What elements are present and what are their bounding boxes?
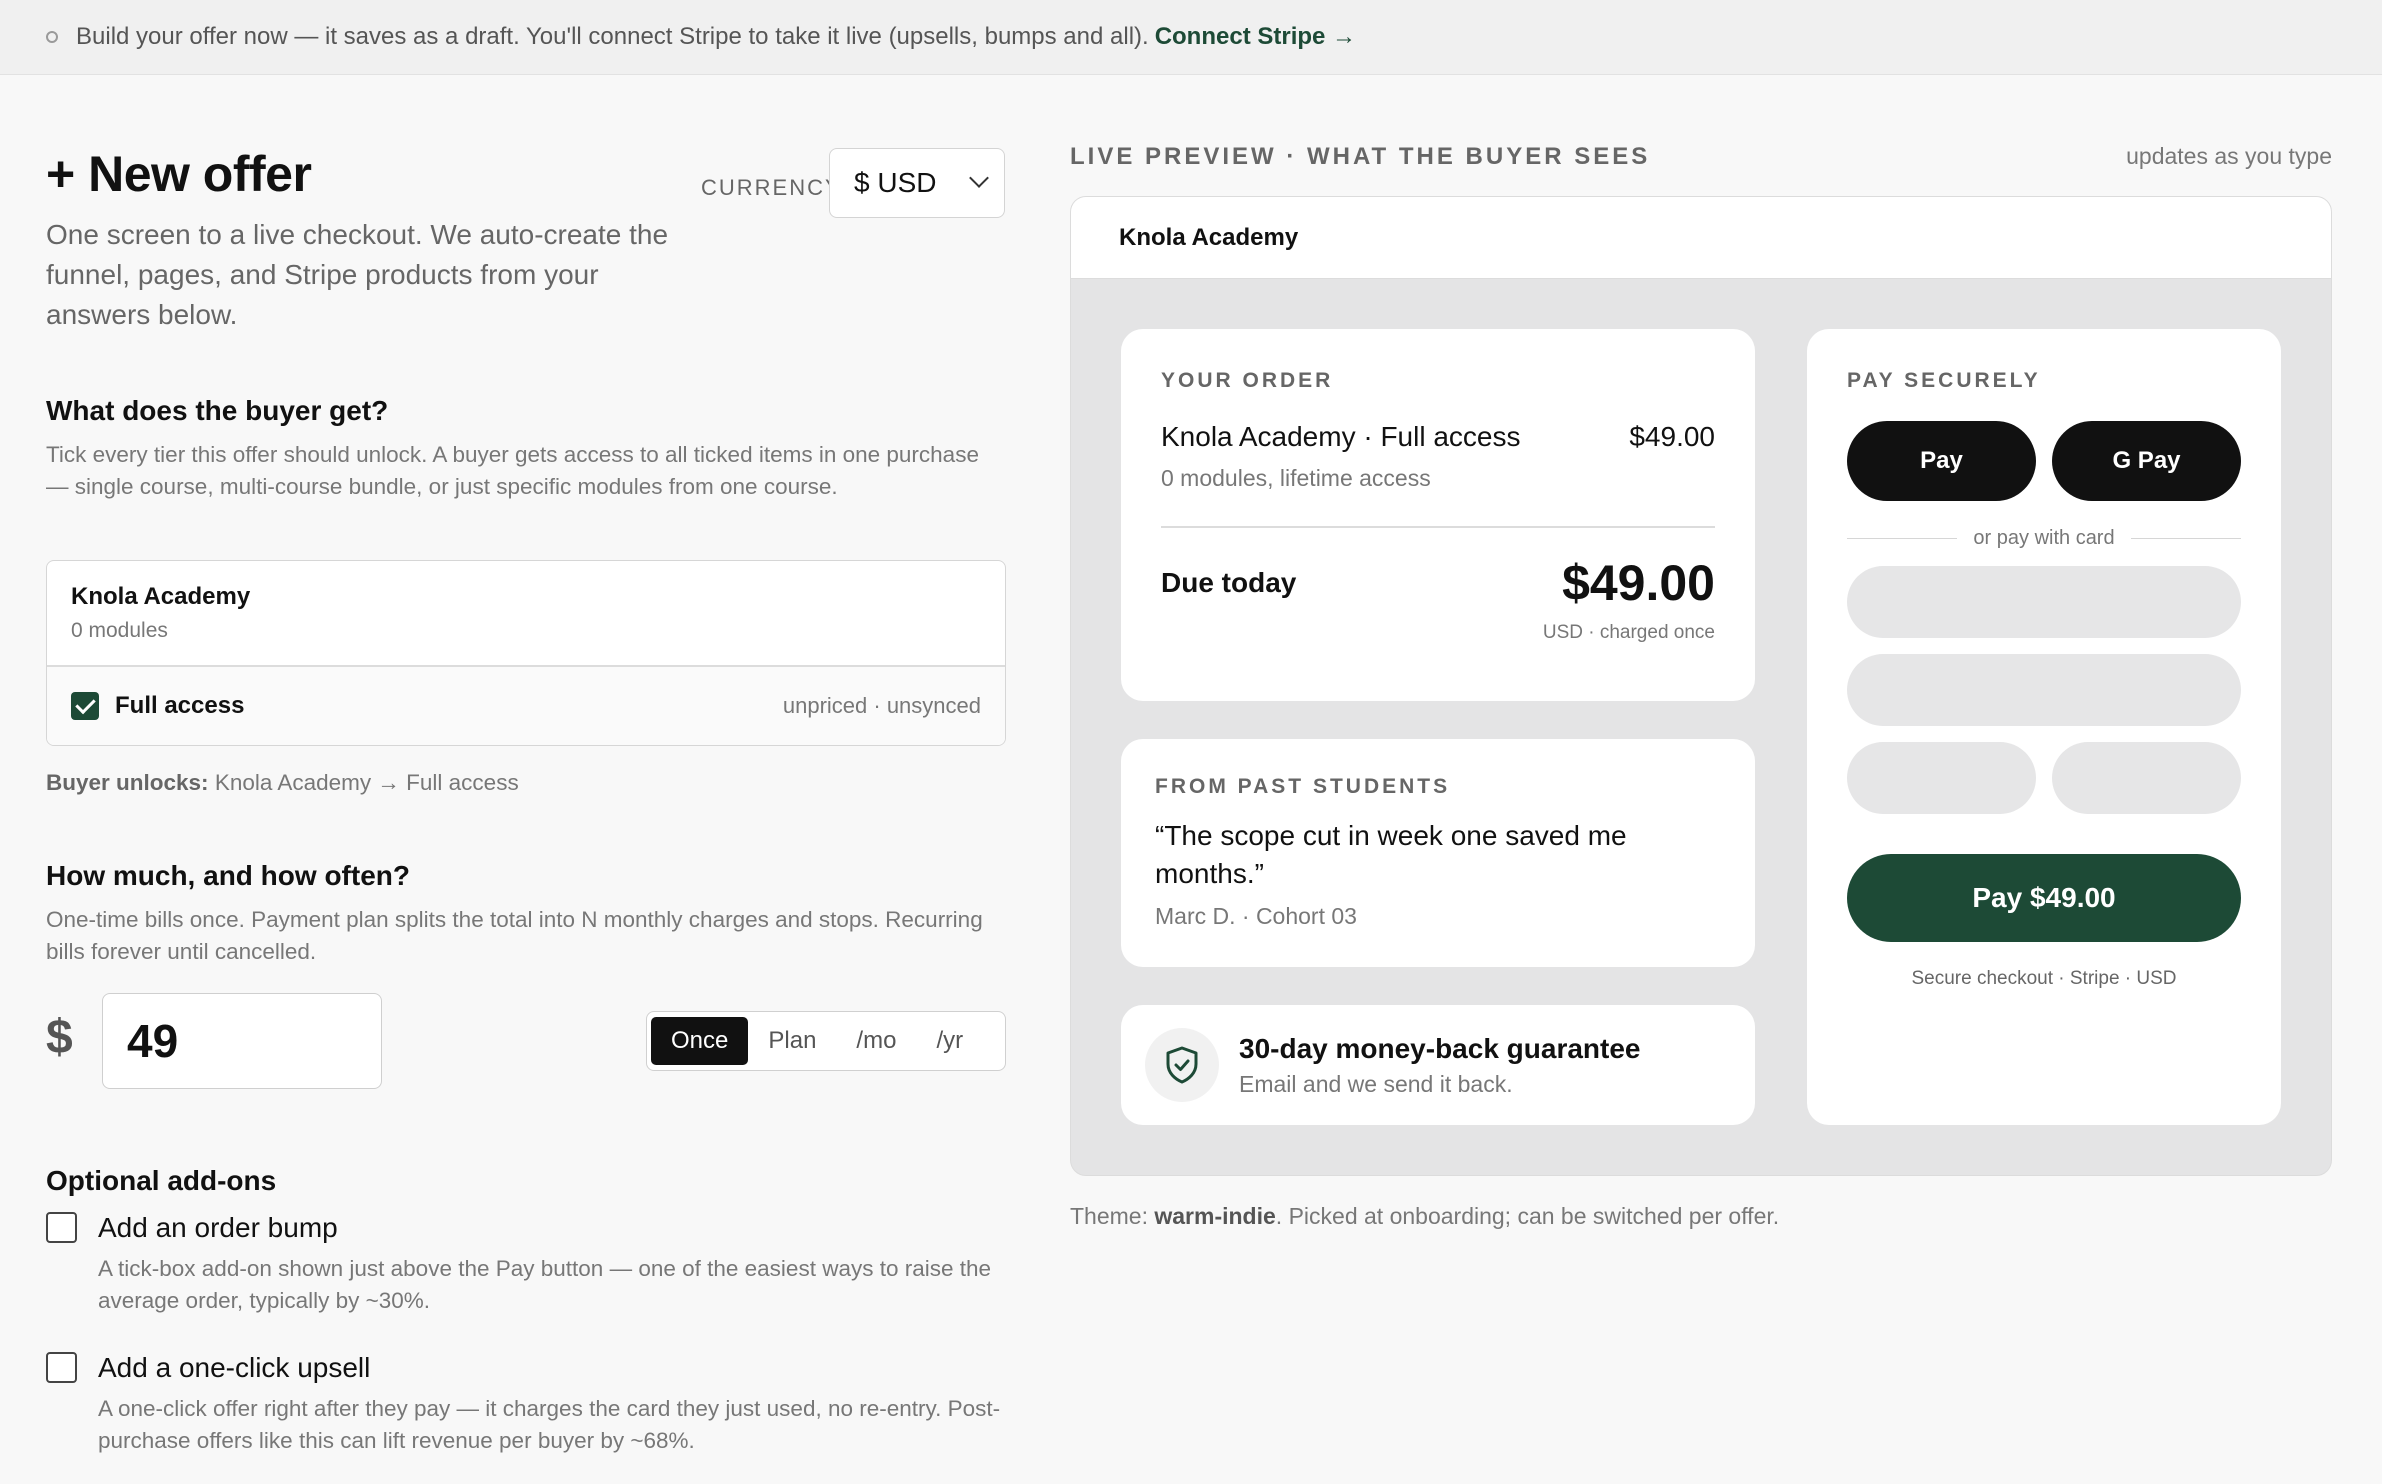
section-buyer-gets-description: Tick every tier this offer should unlock… <box>46 442 979 499</box>
tier-item-status: unpriced · unsynced <box>782 693 981 718</box>
or-divider: or pay with card <box>1847 527 2242 550</box>
upsell-title[interactable]: Add a one-click upsell <box>98 1352 370 1384</box>
due-today-amount: $49.00 <box>1562 555 1715 611</box>
card-field-1[interactable] <box>1847 566 2241 638</box>
order-item-price: $49.00 <box>1629 421 1715 452</box>
tier-item-label: Full access <box>115 692 245 719</box>
preview-brand-bar: Knola Academy <box>1071 197 2331 279</box>
frequency-segmented-control: Once Plan /mo /yr <box>646 1011 1006 1071</box>
card-field-row <box>1847 726 2241 814</box>
preview-label: LIVE PREVIEW · WHAT THE BUYER SEES <box>1070 143 1651 170</box>
tier-header: Knola Academy 0 modules <box>47 561 1005 667</box>
checkout-preview: Knola Academy YOUR ORDER Knola Academy ·… <box>1070 196 2332 1176</box>
tier-item-full-access[interactable]: Full access unpriced · unsynced <box>47 667 1005 745</box>
testimonial-quote: “The scope cut in week one saved me mont… <box>1155 820 1627 889</box>
card-field-2[interactable] <box>1847 654 2241 726</box>
tier-name: Knola Academy <box>71 583 251 610</box>
theme-prefix: Theme: <box>1070 1203 1148 1229</box>
banner-text: Build your offer now — it saves as a dra… <box>76 23 1149 50</box>
guarantee-title: 30-day money-back guarantee <box>1239 1032 1641 1064</box>
frequency-yearly[interactable]: /yr <box>916 1017 983 1065</box>
divider <box>1161 526 1715 528</box>
or-pay-with-card: or pay with card <box>1973 527 2115 549</box>
price-currency-symbol: $ <box>46 1011 73 1064</box>
shield-check-icon <box>1145 1028 1219 1102</box>
apple-pay-button[interactable]: Pay <box>1847 421 2036 501</box>
pay-caps: PAY SECURELY <box>1847 369 2041 392</box>
card-field-expiry[interactable] <box>1847 742 2036 814</box>
order-item-name: Knola Academy · Full access <box>1161 421 1521 452</box>
testimonial-author: Marc D. · Cohort 03 <box>1155 903 1357 929</box>
draft-banner: Build your offer now — it saves as a dra… <box>0 0 2382 75</box>
due-note: USD · charged once <box>1542 622 1715 643</box>
payment-card: PAY SECURELY Pay G Pay or pay with card … <box>1807 329 2281 1125</box>
guarantee-text: 30-day money-back guarantee Email and we… <box>1239 1033 1641 1098</box>
price-input[interactable]: 49 <box>102 993 382 1089</box>
theme-note: Theme: warm-indie. Picked at onboarding;… <box>1070 1203 1779 1230</box>
full-access-checkbox[interactable] <box>71 692 99 720</box>
upsell-description: A one-click offer right after they pay —… <box>98 1396 1001 1453</box>
order-bump-description: A tick-box add-on shown just above the P… <box>98 1256 992 1313</box>
order-item-sub: 0 modules, lifetime access <box>1161 465 1431 491</box>
circle-icon <box>46 31 58 43</box>
tier-box: Knola Academy 0 modules Full access unpr… <box>46 560 1006 746</box>
card-field-cvc[interactable] <box>2052 742 2241 814</box>
preview-brand-name: Knola Academy <box>1119 223 1299 251</box>
currency-label: CURRENCY <box>701 175 842 200</box>
order-caps: YOUR ORDER <box>1161 369 1334 392</box>
wallet-buttons: Pay G Pay <box>1847 421 2241 501</box>
due-today-row: Due today $49.00 <box>1161 554 1715 612</box>
guarantee-sub: Email and we send it back. <box>1239 1070 1513 1097</box>
order-bump-title[interactable]: Add an order bump <box>98 1212 338 1244</box>
upsell-checkbox[interactable] <box>46 1352 77 1383</box>
addons-heading: Optional add-ons <box>46 1165 277 1196</box>
pay-button[interactable]: Pay $49.00 <box>1847 854 2241 942</box>
guarantee-card: 30-day money-back guarantee Email and we… <box>1121 1005 1755 1125</box>
testimonial-caps: FROM PAST STUDENTS <box>1155 775 1451 798</box>
page-title: + New offer <box>46 146 312 202</box>
order-line: Knola Academy · Full access $49.00 <box>1161 421 1715 453</box>
preview-updates-note: updates as you type <box>2126 143 2332 169</box>
due-today-label: Due today <box>1161 567 1297 598</box>
theme-name: warm-indie <box>1154 1203 1276 1229</box>
section-pricing-description: One-time bills once. Payment plan splits… <box>46 907 983 964</box>
chevron-down-icon <box>969 168 989 188</box>
theme-suffix: . Picked at onboarding; can be switched … <box>1275 1203 1780 1229</box>
currency-value: $ USD <box>854 167 937 198</box>
frequency-monthly[interactable]: /mo <box>836 1017 916 1065</box>
section-pricing-heading: How much, and how often? <box>46 860 410 891</box>
connect-stripe-link[interactable]: Connect Stripe → <box>1155 23 1356 51</box>
tier-module-count: 0 modules <box>71 619 168 642</box>
frequency-plan[interactable]: Plan <box>748 1017 836 1065</box>
order-bump-checkbox[interactable] <box>46 1212 77 1243</box>
page-subtitle: One screen to a live checkout. We auto-c… <box>46 219 669 330</box>
section-buyer-gets-heading: What does the buyer get? <box>46 395 389 426</box>
order-summary-card: YOUR ORDER Knola Academy · Full access $… <box>1121 329 1755 701</box>
buyer-unlocks-label: Buyer unlocks: <box>46 770 209 795</box>
frequency-once[interactable]: Once <box>651 1017 749 1065</box>
buyer-unlocks-summary: Buyer unlocks: Knola Academy → Full acce… <box>46 770 519 796</box>
testimonial-card: FROM PAST STUDENTS “The scope cut in wee… <box>1121 739 1755 967</box>
buyer-unlocks-value: Knola Academy → Full access <box>214 770 519 795</box>
google-pay-button[interactable]: G Pay <box>2052 421 2241 501</box>
currency-select[interactable]: $ USD <box>829 148 1005 218</box>
secure-checkout-note: Secure checkout · Stripe · USD <box>1911 968 2177 989</box>
